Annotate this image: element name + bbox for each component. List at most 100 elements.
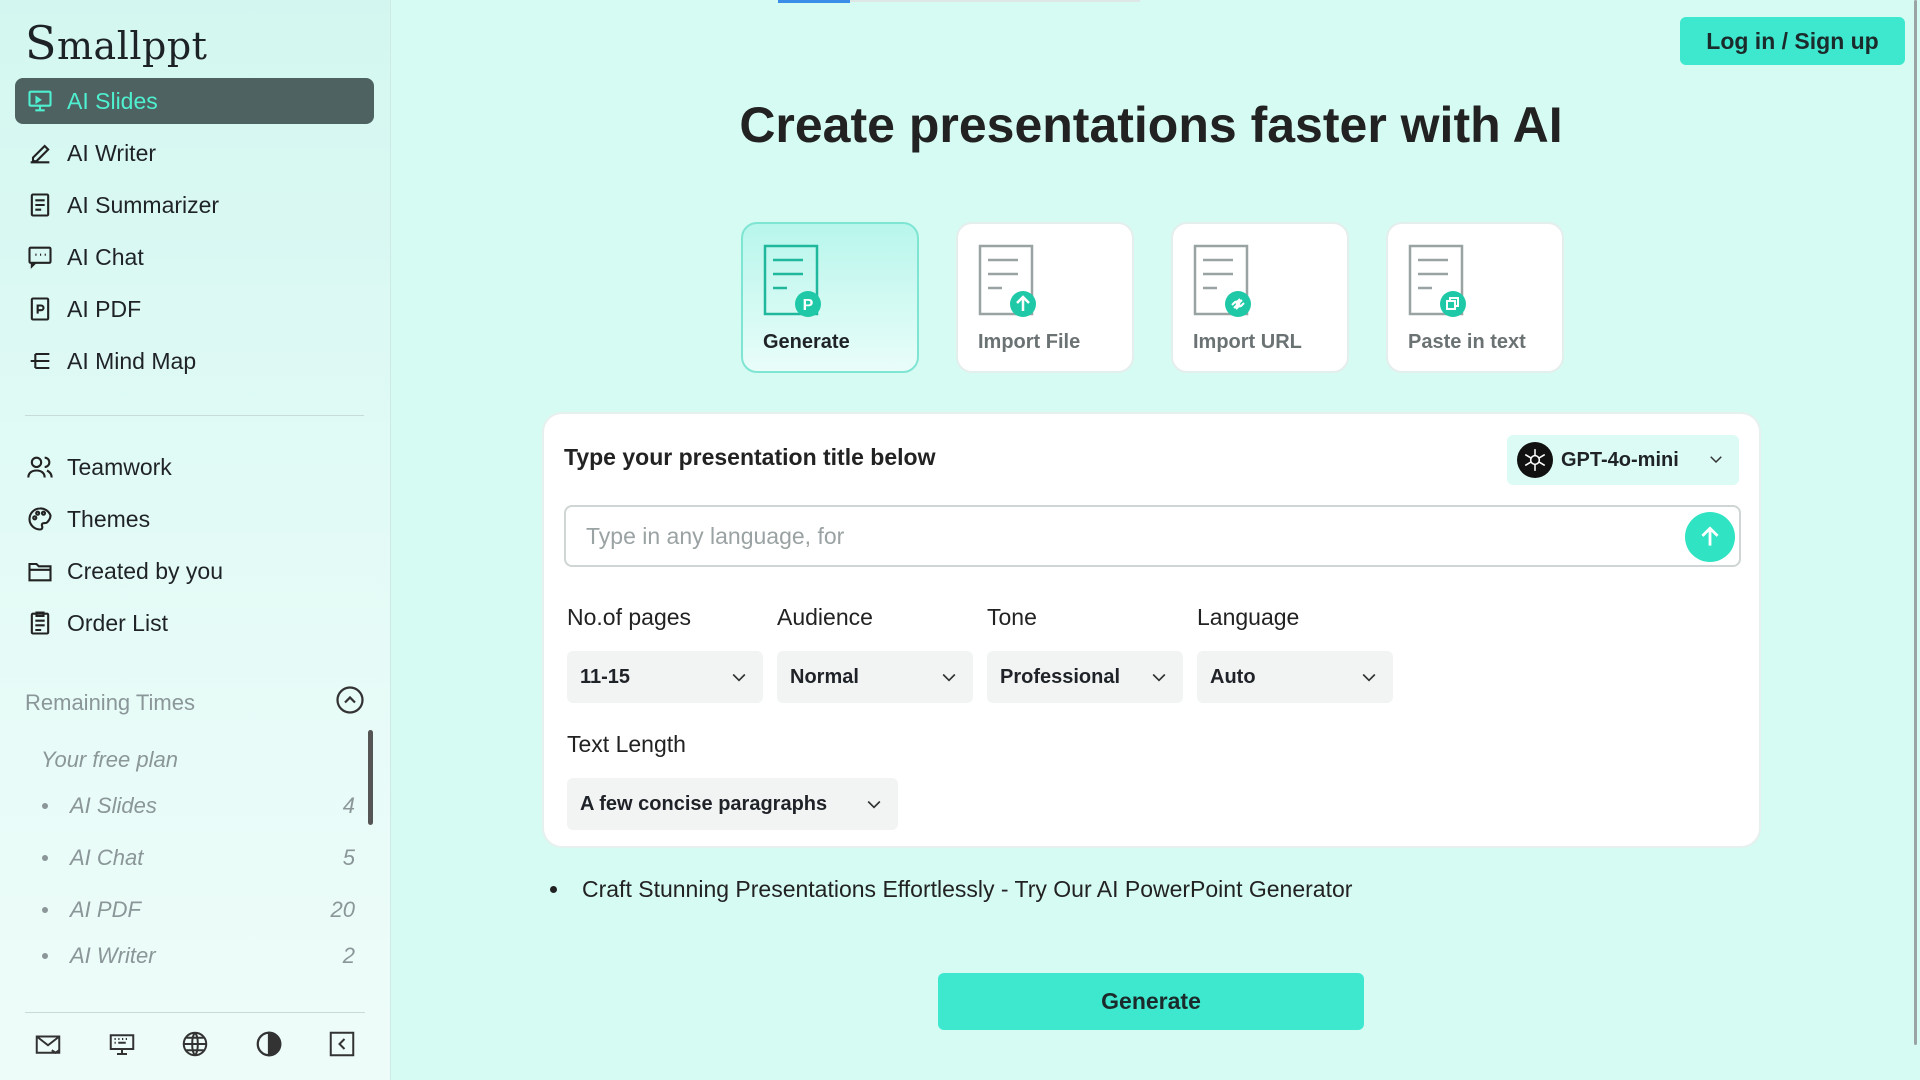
bullet-dot [42, 953, 48, 959]
promo-text: Craft Stunning Presentations Effortlessl… [582, 876, 1353, 902]
select-value: Professional [1000, 665, 1121, 688]
text-length-label: Text Length [567, 731, 686, 757]
sidebar-item-label: AI Summarizer [67, 191, 220, 218]
document-icon [25, 190, 55, 220]
chevron-down-icon [1710, 456, 1722, 464]
pages-select[interactable]: 11-15 [567, 651, 763, 703]
sidebar-divider [25, 415, 364, 416]
sidebar-item-ai-writer[interactable]: AI Writer [15, 130, 374, 176]
folder-icon [25, 556, 55, 586]
audience-label: Audience [777, 604, 873, 630]
remaining-times-title: Remaining Times [25, 690, 195, 715]
sidebar-item-ai-chat[interactable]: AI Chat [15, 234, 374, 280]
tone-select[interactable]: Professional [987, 651, 1183, 703]
sidebar-item-label: AI Mind Map [67, 347, 197, 374]
mode-label: Generate [763, 331, 850, 353]
tab-generate[interactable]: P Generate [741, 222, 919, 373]
input-mode-tabs: P Generate Import File Import URL Paste … [741, 222, 1564, 373]
sidebar-item-ai-summarizer[interactable]: AI Summarizer [15, 182, 374, 228]
mode-label: Paste in text [1408, 331, 1526, 353]
remaining-label: AI Writer [70, 943, 156, 968]
presentation-form: Type your presentation title below GPT-4… [542, 412, 1761, 848]
clipboard-icon [25, 608, 55, 638]
sidebar-item-label: AI Slides [67, 87, 158, 114]
bullet-dot [42, 907, 48, 913]
mail-icon[interactable] [33, 1029, 63, 1064]
remaining-label: AI Chat [70, 845, 144, 870]
language-select[interactable]: Auto [1197, 651, 1393, 703]
upload-doc-icon [978, 244, 1036, 317]
contrast-icon[interactable] [254, 1029, 284, 1064]
select-value: Auto [1210, 665, 1256, 688]
select-value: 11-15 [580, 665, 631, 688]
copy-doc-icon [1408, 244, 1466, 317]
mindmap-icon [25, 346, 55, 376]
sidebar-item-themes[interactable]: Themes [15, 496, 374, 542]
model-select[interactable]: GPT-4o-mini [1507, 435, 1739, 485]
page-scrollbar[interactable] [1914, 0, 1917, 1045]
collapse-chevron-up-icon[interactable] [335, 685, 365, 721]
remaining-times-list: Your free plan AI Slides 4 AI Chat 5 AI … [25, 740, 355, 976]
sidebar-item-order-list[interactable]: Order List [15, 600, 374, 646]
send-button[interactable] [1685, 512, 1735, 562]
page-title: Create presentations faster with AI [739, 97, 1563, 153]
arrow-up-icon [1701, 526, 1719, 546]
generate-button[interactable]: Generate [938, 973, 1364, 1030]
tab-import-file[interactable]: Import File [956, 222, 1134, 373]
sidebar-item-label: AI PDF [67, 295, 142, 322]
sidebar-scrollbar[interactable] [368, 730, 373, 825]
sidebar-item-label: Created by you [67, 557, 223, 584]
remaining-label: AI PDF [70, 897, 141, 922]
sidebar-item-label: Teamwork [67, 453, 172, 480]
sidebar-item-ai-pdf[interactable]: AI PDF [15, 286, 374, 332]
text-length-select[interactable]: A few concise paragraphs [567, 778, 898, 830]
main-content: Log in / Sign up Create presentations fa… [392, 0, 1920, 1080]
app-logo[interactable]: Smallppt [25, 16, 207, 70]
collapse-icon[interactable] [327, 1029, 357, 1064]
tab-track [850, 0, 1140, 2]
bullet-dot [550, 886, 557, 893]
prompt-field [564, 505, 1741, 567]
tab-paste-in-text[interactable]: Paste in text [1386, 222, 1564, 373]
language-label: Language [1197, 604, 1300, 630]
bullet-dot [42, 803, 48, 809]
sidebar-item-teamwork[interactable]: Teamwork [15, 444, 374, 490]
remaining-times-header: Remaining Times [25, 683, 365, 723]
list-item: AI Writer 2 [25, 936, 355, 976]
svg-text:P: P [803, 297, 814, 314]
sidebar-item-ai-slides[interactable]: AI Slides [15, 78, 374, 124]
sidebar-item-created-by-you[interactable]: Created by you [15, 548, 374, 594]
list-item: AI Slides 4 [25, 780, 355, 832]
prompt-input[interactable] [586, 522, 1666, 550]
globe-icon[interactable] [180, 1029, 210, 1064]
login-signup-button[interactable]: Log in / Sign up [1680, 17, 1905, 65]
sidebar-item-ai-mind-map[interactable]: AI Mind Map [15, 338, 374, 384]
plan-name: Your free plan [41, 747, 178, 772]
sidebar-footer [25, 1012, 365, 1080]
sidebar-item-label: AI Writer [67, 139, 157, 166]
remaining-count: 20 [330, 897, 355, 922]
secondary-nav: Teamwork Themes Created by you Order Lis… [15, 444, 374, 652]
tab-indicator [778, 0, 850, 3]
chat-icon [25, 242, 55, 272]
tab-import-url[interactable]: Import URL [1171, 222, 1349, 373]
select-value: Normal [790, 665, 859, 688]
generate-doc-icon: P [763, 244, 821, 317]
sidebar: Smallppt AI Slides AI Writer AI Summariz… [0, 0, 391, 1080]
chevron-down-icon [732, 673, 746, 682]
chevron-down-icon [867, 800, 881, 809]
list-item: AI PDF 20 [25, 884, 355, 936]
remaining-label: AI Slides [70, 793, 157, 818]
keyboard-icon[interactable] [107, 1029, 137, 1064]
pages-label: No.of pages [567, 604, 692, 630]
select-value: A few concise paragraphs [580, 792, 828, 815]
remaining-count: 4 [342, 793, 355, 818]
promo-bullet: Craft Stunning Presentations Effortlessl… [550, 876, 1352, 903]
link-doc-icon [1193, 244, 1251, 317]
presentation-icon [25, 86, 55, 116]
chevron-down-icon [1362, 673, 1376, 682]
remaining-count: 2 [342, 943, 355, 968]
audience-select[interactable]: Normal [777, 651, 973, 703]
remaining-count: 5 [342, 845, 355, 870]
bullet-dot [42, 855, 48, 861]
